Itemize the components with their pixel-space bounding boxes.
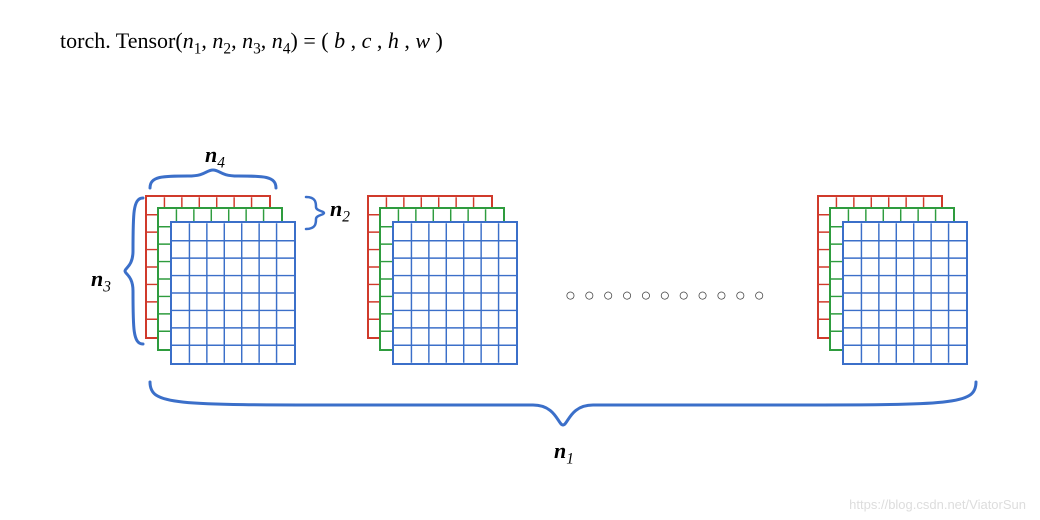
label-n3-s: 3 (103, 278, 111, 295)
channel-blue (842, 221, 968, 365)
eq-s4: 4 (283, 40, 291, 57)
eq-n4: n (272, 28, 283, 53)
brace-n4 (148, 168, 278, 192)
grid-icon (172, 223, 294, 363)
label-n3-n: n (91, 266, 103, 291)
eq-sepb: , (345, 28, 362, 53)
eq-w: w (415, 28, 430, 53)
tensor-equation: torch. Tensor(n1, n2, n3, n4) = ( b , c … (60, 28, 443, 58)
eq-h: h (388, 28, 399, 53)
eq-n1: n (183, 28, 194, 53)
label-n1-n: n (554, 438, 566, 463)
tensor-stack-last (817, 195, 972, 370)
eq-close: ) = ( (291, 28, 335, 53)
tensor-diagram: ○○○○○○○○○○○ (145, 195, 995, 385)
label-n1: n1 (554, 438, 574, 468)
eq-close2: ) (430, 28, 443, 53)
grid-icon (394, 223, 516, 363)
eq-n3: n (242, 28, 253, 53)
tensor-stack-2 (367, 195, 522, 370)
eq-prefix: torch. Tensor( (60, 28, 183, 53)
eq-c: c (362, 28, 372, 53)
label-n3: n3 (91, 266, 111, 296)
eq-sep3: , (261, 28, 272, 53)
ellipsis-dots: ○○○○○○○○○○○ (565, 285, 773, 306)
eq-sep2: , (231, 28, 242, 53)
eq-b: b (334, 28, 345, 53)
tensor-stack-1 (145, 195, 300, 370)
label-n4-n: n (205, 142, 217, 167)
eq-n2: n (212, 28, 223, 53)
label-n1-s: 1 (566, 450, 574, 467)
channel-blue (170, 221, 296, 365)
channel-blue (392, 221, 518, 365)
eq-s2: 2 (223, 40, 231, 57)
watermark: https://blog.csdn.net/ViatorSun (849, 497, 1026, 512)
eq-sepc: , (371, 28, 388, 53)
brace-n1 (148, 380, 978, 440)
brace-n3 (123, 196, 147, 346)
eq-sep1: , (201, 28, 212, 53)
eq-s3: 3 (253, 40, 261, 57)
eq-seph: , (399, 28, 416, 53)
grid-icon (844, 223, 966, 363)
